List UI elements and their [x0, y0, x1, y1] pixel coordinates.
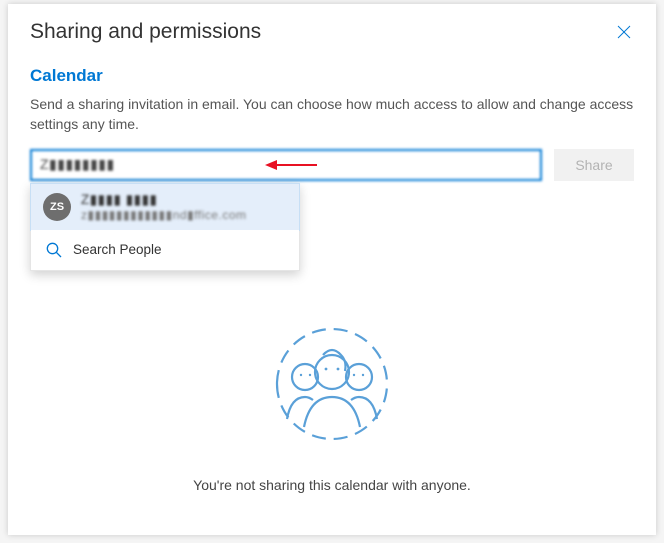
- search-icon: [45, 241, 63, 259]
- email-input-wrapper: ZS Z▮▮▮▮ ▮▮▮▮ z▮▮▮▮▮▮▮▮▮▮▮▮nd▮ffice.com …: [30, 149, 542, 181]
- suggestion-email: z▮▮▮▮▮▮▮▮▮▮▮▮nd▮ffice.com: [81, 208, 287, 222]
- dialog-title: Sharing and permissions: [30, 20, 261, 44]
- dialog-header: Sharing and permissions: [8, 4, 656, 54]
- sharing-dialog: Sharing and permissions Calendar Send a …: [8, 4, 656, 535]
- close-button[interactable]: [610, 18, 638, 46]
- avatar: ZS: [43, 193, 71, 221]
- suggestion-name: Z▮▮▮▮ ▮▮▮▮: [81, 192, 287, 208]
- search-people-item[interactable]: Search People: [31, 230, 299, 270]
- share-row: ZS Z▮▮▮▮ ▮▮▮▮ z▮▮▮▮▮▮▮▮▮▮▮▮nd▮ffice.com …: [30, 149, 634, 181]
- section-title: Calendar: [30, 66, 634, 86]
- people-dropdown: ZS Z▮▮▮▮ ▮▮▮▮ z▮▮▮▮▮▮▮▮▮▮▮▮nd▮ffice.com …: [30, 183, 300, 271]
- empty-state-message: You're not sharing this calendar with an…: [193, 477, 471, 493]
- suggestion-item[interactable]: ZS Z▮▮▮▮ ▮▮▮▮ z▮▮▮▮▮▮▮▮▮▮▮▮nd▮ffice.com: [30, 183, 300, 231]
- email-input[interactable]: [30, 149, 542, 181]
- share-button[interactable]: Share: [554, 149, 634, 181]
- empty-state: You're not sharing this calendar with an…: [30, 309, 634, 493]
- section-description: Send a sharing invitation in email. You …: [30, 94, 634, 135]
- dialog-content: Calendar Send a sharing invitation in em…: [8, 66, 656, 493]
- people-illustration-icon: [257, 309, 407, 459]
- suggestion-text: Z▮▮▮▮ ▮▮▮▮ z▮▮▮▮▮▮▮▮▮▮▮▮nd▮ffice.com: [81, 192, 287, 222]
- close-icon: [617, 25, 631, 39]
- search-people-label: Search People: [73, 242, 162, 257]
